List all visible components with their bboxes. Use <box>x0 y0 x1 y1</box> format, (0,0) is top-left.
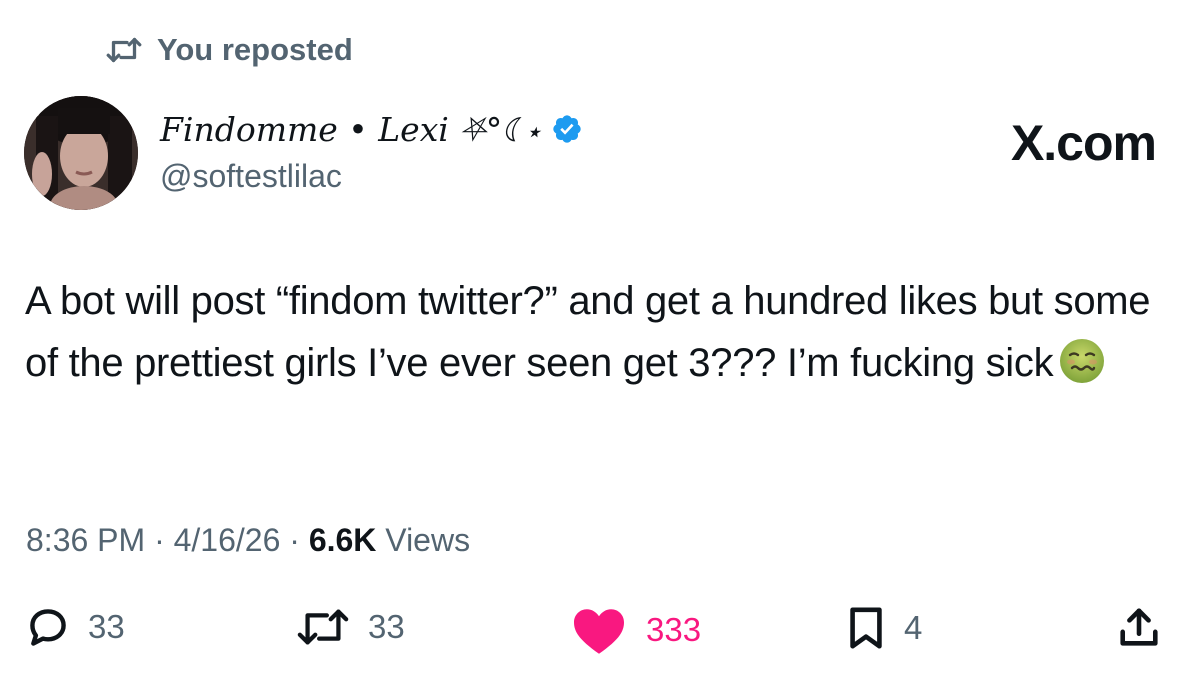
author-handle[interactable]: @softestlilac <box>160 158 583 195</box>
author-info: Findomme • Lexi ⛧°☾⋆ @softestlilac <box>160 108 583 195</box>
repost-indicator: You reposted <box>105 32 353 68</box>
tweet-body: A bot will post “findom twitter?” and ge… <box>25 270 1165 402</box>
retweet-icon <box>296 605 350 649</box>
meta-separator: · <box>280 522 309 558</box>
views-label: Views <box>376 522 471 558</box>
repost-count: 33 <box>368 608 405 645</box>
tweet-meta: 8:36 PM · 4/16/26 · 6.6K Views <box>26 522 470 559</box>
bookmark-button[interactable]: 4 <box>846 605 922 651</box>
views-count: 6.6K <box>308 522 377 558</box>
bookmark-icon <box>846 605 886 651</box>
like-button[interactable]: 333 <box>570 605 701 655</box>
like-count: 333 <box>646 611 702 648</box>
share-button[interactable] <box>1116 605 1162 651</box>
tweet-text: A bot will post “findom twitter?” and ge… <box>25 279 1151 385</box>
bookmark-count: 4 <box>904 609 923 646</box>
action-bar: 33 33 333 4 <box>0 605 1200 665</box>
repost-icon <box>105 35 143 65</box>
reply-icon <box>26 605 70 649</box>
tweet-screenshot: You reposted Findomme • Lexi ⛧°☾⋆ @softe… <box>0 0 1200 695</box>
tweet-date[interactable]: 4/16/26 <box>174 522 281 558</box>
share-icon <box>1116 605 1162 651</box>
reply-count: 33 <box>88 608 125 645</box>
repost-button[interactable]: 33 <box>296 605 405 649</box>
verified-badge-icon <box>551 113 583 150</box>
author-display-name[interactable]: Findomme • Lexi ⛧°☾⋆ <box>160 110 541 150</box>
avatar[interactable] <box>24 96 138 210</box>
nauseated-face-icon <box>1059 338 1105 402</box>
repost-label: You reposted <box>157 32 353 67</box>
reply-button[interactable]: 33 <box>26 605 125 649</box>
tweet-time[interactable]: 8:36 PM <box>26 522 145 558</box>
brand-watermark: X.com <box>1010 115 1157 171</box>
meta-separator: · <box>145 522 174 558</box>
heart-icon <box>570 605 628 655</box>
